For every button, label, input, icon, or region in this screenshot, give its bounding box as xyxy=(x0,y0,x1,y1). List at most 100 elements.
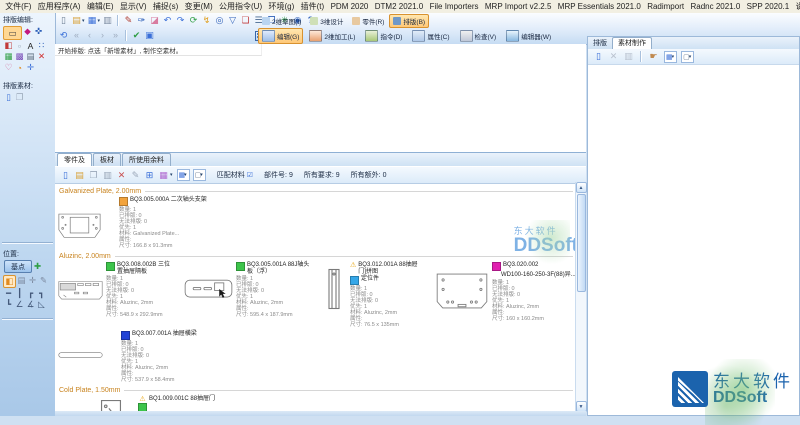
redo-icon[interactable]: ↷ xyxy=(175,15,187,26)
nav-prev-icon[interactable]: ‹ xyxy=(84,30,96,41)
menu-edit[interactable]: 编辑(E) xyxy=(84,1,117,12)
corner-bl-icon[interactable]: ┗ xyxy=(3,299,14,310)
tab-2d-sketch[interactable]: 2维草图(I) xyxy=(258,14,305,28)
menu-utilities[interactable]: 公用指令(U) xyxy=(216,1,265,12)
rotate-tool-icon[interactable]: ◔ xyxy=(14,62,25,73)
pencil-icon[interactable]: ✎ xyxy=(123,15,135,26)
tab-parts-list[interactable]: 零件及 xyxy=(57,153,92,166)
vertical-line-icon[interactable]: ┃ xyxy=(14,288,25,299)
copy-part-icon[interactable]: ❐ xyxy=(88,170,100,181)
drawing-canvas[interactable]: 开始排版: 点选「新增素材」, 制作空素材。 xyxy=(55,44,586,152)
part-card[interactable]: BQ3.020.002 WD100-160-250-3F(88)异... 数量:… xyxy=(436,262,584,322)
import-part-icon[interactable]: ▤ xyxy=(74,170,86,181)
tab-used-remnants[interactable]: 所使用余料 xyxy=(122,153,171,166)
check-icon[interactable]: ✔ xyxy=(131,30,143,41)
tab-sheet-creation[interactable]: 素材制作 xyxy=(612,37,652,49)
hand-tool-icon[interactable]: ☛ xyxy=(648,51,660,62)
corner-tr-icon[interactable]: ┓ xyxy=(36,288,47,299)
menu-pdm[interactable]: PDM 2020 xyxy=(327,2,371,11)
flag-icon[interactable]: ❏ xyxy=(240,15,252,26)
small-square-icon[interactable]: ▫ xyxy=(14,40,25,51)
tab-3d-design[interactable]: 3维设计 xyxy=(306,14,347,28)
filter-dropdown[interactable]: ▢ ▾ xyxy=(192,169,206,181)
scroll-up-button[interactable]: ▲ xyxy=(575,182,587,193)
nest-filter-dropdown[interactable]: ▢ ▾ xyxy=(681,50,695,63)
pen-icon[interactable]: ✑ xyxy=(136,15,148,26)
nests-pane-label[interactable]: 排版 xyxy=(591,38,609,49)
grid-purple-icon[interactable]: ▩ xyxy=(14,51,25,62)
scroll-thumb[interactable] xyxy=(576,194,586,292)
origin-icon[interactable]: ◧ xyxy=(3,275,16,288)
view-caret-icon[interactable]: ▾ xyxy=(170,172,173,178)
mode-2d-machining-button[interactable]: 2维加工(L) xyxy=(305,28,359,44)
mode-commands-button[interactable]: 指令(D) xyxy=(361,28,406,44)
paste-nest-icon[interactable]: ▥ xyxy=(623,51,635,62)
menu-radimport[interactable]: Radimport xyxy=(644,2,687,11)
fill-tool-icon[interactable]: ◧ xyxy=(3,40,14,51)
select-rect-icon[interactable]: ▭ xyxy=(3,26,22,40)
text-tool-icon[interactable]: A xyxy=(25,40,36,51)
paste-part-icon[interactable]: ▥ xyxy=(102,170,114,181)
menu-spp[interactable]: SPP 2020.1 xyxy=(743,2,792,11)
new-file-icon[interactable]: ▯ xyxy=(58,15,70,26)
undo-icon[interactable]: ↶ xyxy=(162,15,174,26)
filter-icon[interactable]: ▽ xyxy=(227,15,239,26)
target-icon[interactable]: ◎ xyxy=(214,15,226,26)
corner-tl-icon[interactable]: ┏ xyxy=(25,288,36,299)
nav-first-icon[interactable]: « xyxy=(71,30,83,41)
angle-icon[interactable]: ∠ xyxy=(14,299,25,310)
diamond-tool-icon[interactable]: ◆ xyxy=(22,26,33,37)
part-card[interactable]: BQ3.007.001A 抽屉横梁 数量: 1 已排版: 0 无法排版: 0 优… xyxy=(58,331,241,383)
sort-dropdown[interactable]: ▦ ▾ xyxy=(176,169,190,181)
part-card[interactable]: BQ3.008.002B 三位置抽屉隔板 数量: 1 已排版: 0 无法排版: … xyxy=(58,262,172,318)
save-caret-icon[interactable]: ▾ xyxy=(98,18,101,24)
print-icon[interactable]: ▥ xyxy=(102,15,114,26)
sync-icon[interactable]: ⟲ xyxy=(58,30,70,41)
menu-help[interactable]: 说明(H) xyxy=(792,1,800,12)
bolt-icon[interactable]: ↯ xyxy=(201,15,213,26)
new-nest-icon[interactable]: ▯ xyxy=(593,51,605,62)
tab-parts[interactable]: 零件(R) xyxy=(348,14,388,28)
nav-next-icon[interactable]: › xyxy=(97,30,109,41)
match-material-checkbox[interactable]: ☑ xyxy=(247,172,253,179)
refresh-icon[interactable]: ⟳ xyxy=(188,15,200,26)
open-file-icon[interactable]: ▤ xyxy=(71,15,83,26)
save-icon[interactable]: ▦ xyxy=(86,15,98,26)
horizontal-line-icon[interactable]: ━ xyxy=(3,288,14,299)
menu-mrp-essentials[interactable]: MRP Essentials 2021.0 xyxy=(555,2,644,11)
monitor-icon[interactable]: ▣ xyxy=(144,30,156,41)
mode-editor-button[interactable]: 编辑器(W) xyxy=(502,28,555,44)
menu-environment[interactable]: 环境(g) xyxy=(265,1,297,12)
delete-tool-icon[interactable]: ✕ xyxy=(36,51,47,62)
nest-view-dropdown[interactable]: ▦ ▾ xyxy=(664,50,678,63)
tab-sheets[interactable]: 板材 xyxy=(93,153,121,166)
new-sheet-icon[interactable]: ▯ xyxy=(3,92,14,103)
edit-point-icon[interactable]: ✎ xyxy=(38,275,49,286)
edit-part-icon[interactable]: ✎ xyxy=(130,170,142,181)
menu-plugins[interactable]: 插件(t) xyxy=(297,1,327,12)
menu-dtm2[interactable]: DTM2 2021.0 xyxy=(372,2,427,11)
part-card[interactable]: BQ3.005.001A 88J轴头板（浮） 数量: 1 已排版: 0 无法排版… xyxy=(184,262,310,318)
crosshair-icon[interactable]: ✛ xyxy=(27,275,38,286)
delete-nest-icon[interactable]: ✕ xyxy=(608,51,620,62)
menu-radnc[interactable]: Radnc 2021.0 xyxy=(687,2,743,11)
grid-green-icon[interactable]: ▦ xyxy=(3,51,14,62)
part-card[interactable]: BQ3.005.000A 二次轴头支架 数量: 1 已排版: 0 无法排版: 0… xyxy=(58,197,249,249)
thumbnail-view-icon[interactable]: ▦ xyxy=(158,170,170,181)
menu-mrp-import[interactable]: MRP Import v2.2.5 xyxy=(482,2,555,11)
basepoint-button[interactable]: 基点 xyxy=(4,260,32,273)
tab-nesting[interactable]: 排版(B) xyxy=(389,14,430,28)
parts-list[interactable]: 东大软件 DDSoft Galvanized Plate, 2.00mm BQ3… xyxy=(55,184,586,414)
add-part-icon[interactable]: ▯ xyxy=(60,170,72,181)
grid-gray-icon[interactable]: ▤ xyxy=(25,51,36,62)
grid-view-icon[interactable]: ⊞ xyxy=(144,170,156,181)
mode-check-button[interactable]: 检查(V) xyxy=(456,28,501,44)
delete-part-icon[interactable]: ✕ xyxy=(116,170,128,181)
move-tool-icon[interactable]: ✜ xyxy=(33,26,44,37)
heart-tool-icon[interactable]: ♡ xyxy=(3,62,14,73)
array-tool-icon[interactable]: ∷ xyxy=(36,40,47,51)
angle-measure-icon[interactable]: ∡ xyxy=(25,299,36,310)
menu-view[interactable]: 显示(V) xyxy=(117,1,150,12)
menu-snap[interactable]: 捕捉(s) xyxy=(150,1,182,12)
menu-file[interactable]: 文件(F) xyxy=(2,1,35,12)
